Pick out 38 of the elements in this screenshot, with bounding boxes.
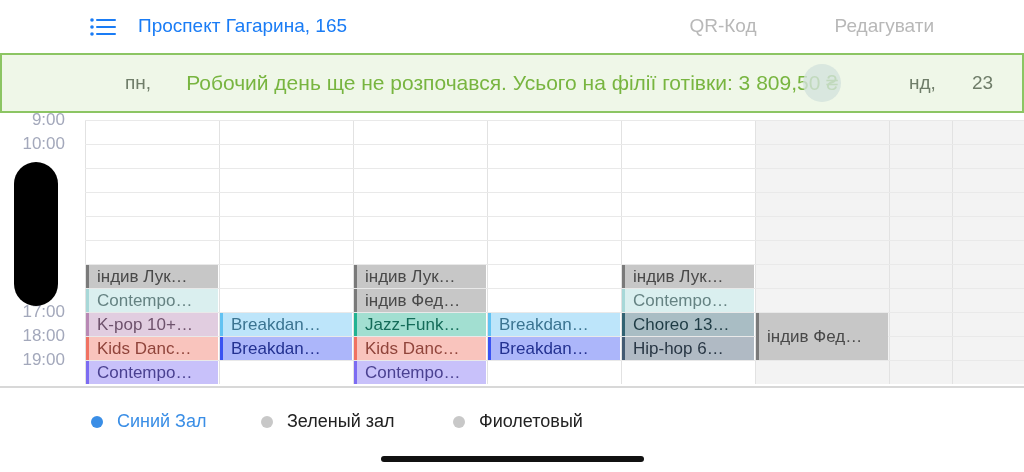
time-label: 10:00 — [22, 133, 66, 154]
time-label: 18:00 — [22, 325, 66, 346]
event-block[interactable]: Contempo… — [354, 361, 486, 384]
hall-label: Синий Зал — [117, 410, 207, 433]
event-block[interactable]: Contempo… — [86, 361, 218, 384]
event-block[interactable]: індив Фед… — [354, 289, 486, 312]
dot-icon — [453, 415, 465, 428]
time-label: 17:00 — [22, 301, 66, 322]
event-block[interactable]: Contempo… — [86, 289, 218, 312]
event-block[interactable]: Contempo… — [622, 289, 754, 312]
hall-tab[interactable]: Фиолетовый — [453, 408, 653, 435]
event-block[interactable]: індив Лук… — [622, 265, 754, 288]
day-label: нд, — [908, 70, 936, 95]
day-label: пн, — [124, 70, 152, 95]
hall-tab[interactable]: Синий Зал — [91, 408, 261, 435]
time-label: 9:00 — [31, 113, 66, 130]
event-block[interactable]: індив Лук… — [354, 265, 486, 288]
event-block[interactable]: Choreo 13… — [622, 313, 754, 336]
event-block[interactable]: індив Фед… — [756, 313, 888, 360]
event-block[interactable]: Jazz-Funk… — [354, 313, 486, 336]
event-block[interactable]: K-pop 10+… — [86, 313, 218, 336]
event-block[interactable]: Breakdan… — [488, 313, 620, 336]
event-block[interactable]: індив Лук… — [86, 265, 218, 288]
event-block[interactable]: Kids Danc… — [86, 337, 218, 360]
event-block[interactable]: Breakdan… — [220, 337, 352, 360]
event-block[interactable]: Hip-hop 6… — [622, 337, 754, 360]
time-label: 19:00 — [22, 349, 66, 370]
event-block[interactable]: Breakdan… — [488, 337, 620, 360]
hall-tab[interactable]: Зеленый зал — [261, 408, 453, 435]
hall-label: Зеленый зал — [287, 410, 395, 433]
menu-icon[interactable] — [90, 17, 116, 36]
day-label: 23 — [971, 70, 994, 95]
hall-label: Фиолетовый — [479, 410, 583, 433]
dot-icon — [261, 415, 273, 428]
event-block[interactable]: Breakdan… — [220, 313, 352, 336]
branch-title: Проспект Гагарина, 165 — [138, 14, 348, 39]
event-block[interactable]: Kids Danc… — [354, 337, 486, 360]
dot-icon — [91, 415, 103, 428]
